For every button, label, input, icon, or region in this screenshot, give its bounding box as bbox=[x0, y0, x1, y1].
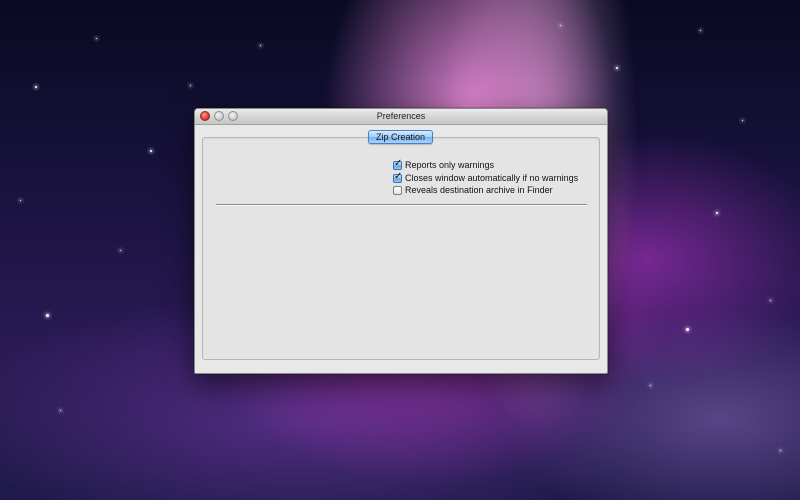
reports-only-warnings-checkbox[interactable]: ✓ bbox=[393, 157, 403, 170]
star bbox=[650, 385, 651, 386]
star bbox=[96, 38, 97, 39]
star bbox=[742, 120, 743, 121]
tab-content-pane: ✓ Reports only warnings ✓ Closes window … bbox=[202, 137, 600, 360]
star bbox=[616, 67, 618, 69]
star bbox=[770, 300, 771, 301]
star bbox=[120, 250, 121, 251]
reveals-destination-archive-checkbox[interactable] bbox=[393, 185, 402, 195]
option-reports-only-warnings[interactable]: ✓ Reports only warnings bbox=[393, 157, 495, 171]
closes-window-automatically-checkbox[interactable]: ✓ bbox=[393, 170, 403, 183]
preferences-window: Preferences Zip Creation ✓ Reports only … bbox=[194, 108, 608, 374]
option-reveals-destination-archive[interactable]: Reveals destination archive in Finder bbox=[393, 184, 553, 196]
star bbox=[700, 30, 701, 31]
window-title: Preferences bbox=[376, 111, 426, 121]
star bbox=[686, 328, 689, 331]
reveals-destination-archive-label: Reveals destination archive in Finder bbox=[405, 185, 553, 195]
star bbox=[716, 212, 718, 214]
separator-line bbox=[216, 204, 587, 206]
star bbox=[190, 85, 191, 86]
tab-zip-creation[interactable]: Zip Creation bbox=[368, 130, 434, 144]
option-closes-window-automatically[interactable]: ✓ Closes window automatically if no warn… bbox=[393, 170, 579, 184]
star bbox=[780, 450, 781, 451]
star bbox=[35, 86, 37, 88]
closes-window-automatically-label: Closes window automatically if no warnin… bbox=[405, 173, 579, 183]
star bbox=[60, 410, 61, 411]
star bbox=[260, 45, 261, 46]
star bbox=[150, 150, 152, 152]
title-bar[interactable]: Preferences bbox=[195, 109, 607, 125]
star bbox=[46, 314, 49, 317]
checkmark-icon: ✓ bbox=[394, 157, 403, 169]
checkmark-icon: ✓ bbox=[394, 170, 403, 182]
star bbox=[560, 25, 561, 26]
star bbox=[20, 200, 21, 201]
reports-only-warnings-label: Reports only warnings bbox=[405, 160, 495, 170]
